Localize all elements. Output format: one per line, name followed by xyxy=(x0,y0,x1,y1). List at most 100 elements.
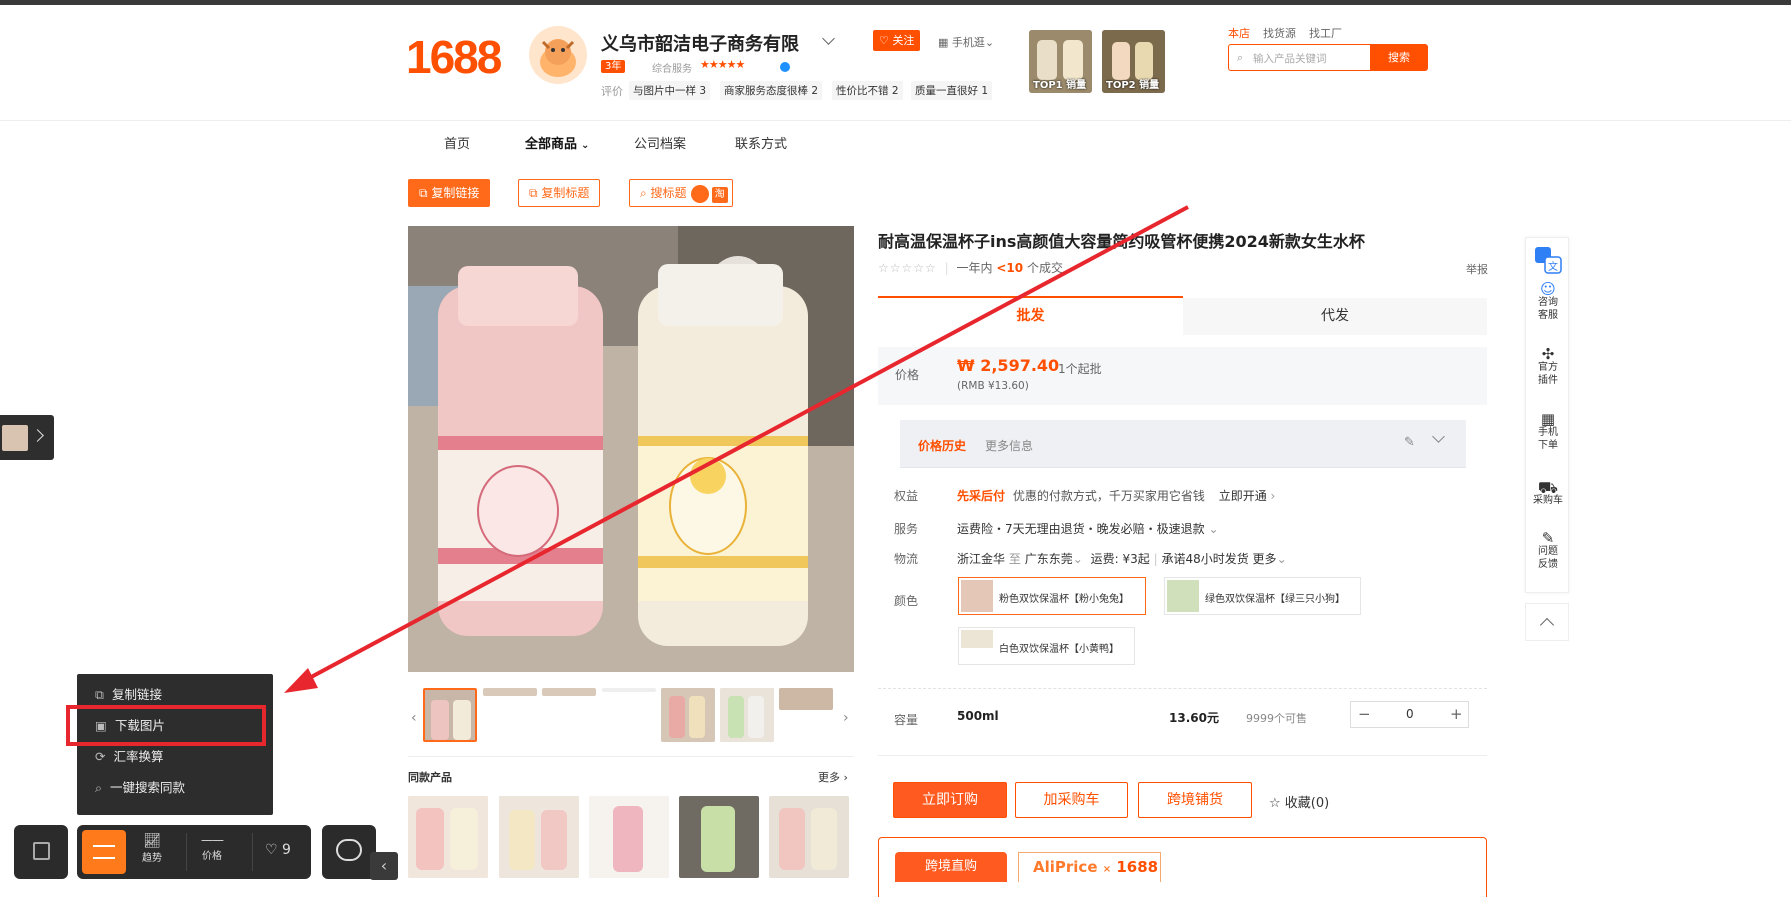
edit-icon[interactable]: ✎ xyxy=(1404,435,1415,450)
side-item-plugin[interactable]: ✣ 官方插件 xyxy=(1526,347,1570,387)
nav-contact[interactable]: 联系方式 xyxy=(735,133,787,152)
nav-company-profile[interactable]: 公司档案 xyxy=(634,133,686,152)
quantity-value[interactable]: 0 xyxy=(1406,707,1414,721)
menu-toggle-button[interactable] xyxy=(82,830,126,874)
thumb-image[interactable] xyxy=(779,688,833,710)
trend-button[interactable]: 📈︎ 趋势 xyxy=(142,833,162,864)
favorite-button[interactable]: ☆ 收藏(0) xyxy=(1269,792,1329,811)
top-seller-image-1[interactable]: TOP1 销量 xyxy=(1029,30,1092,93)
shop-name[interactable]: 义乌市韶洁电子商务有限 xyxy=(601,30,799,56)
more-label: 更多 xyxy=(818,771,840,784)
thumb-image[interactable] xyxy=(542,688,596,696)
same-products-more-link[interactable]: 更多 › xyxy=(818,769,848,785)
benefit-highlight: 先采后付 xyxy=(957,489,1006,503)
mobile-visit-link[interactable]: ▦ 手机逛⌄ xyxy=(938,34,994,50)
menu-label: 复制链接 xyxy=(111,687,162,702)
eval-label: 评价 xyxy=(601,85,623,98)
tab-price-history[interactable]: 价格历史 xyxy=(918,437,966,454)
same-product-image[interactable] xyxy=(769,796,849,878)
thumb-next-arrow[interactable]: › xyxy=(843,710,849,726)
plus-icon[interactable]: + xyxy=(1450,705,1463,723)
search-title-button[interactable]: ⌕ 搜标题 淘 xyxy=(629,179,733,207)
same-product-image[interactable] xyxy=(408,796,488,878)
search-button[interactable]: 搜索 xyxy=(1370,44,1428,71)
buy-now-button[interactable]: 立即订购 xyxy=(893,782,1007,818)
side-item-feedback[interactable]: ✎ 问题反馈 xyxy=(1526,531,1570,571)
tab-find-factory[interactable]: 找工厂 xyxy=(1309,27,1342,40)
menu-exchange-rate[interactable]: ⟳ 汇率换算 xyxy=(95,742,164,772)
stock-count: 9999个可售 xyxy=(1246,712,1307,725)
collapse-button[interactable]: ‹ xyxy=(370,852,398,880)
tab-this-shop[interactable]: 本店 xyxy=(1228,27,1250,40)
likes-count: 9 xyxy=(282,842,291,858)
nav-all-products[interactable]: 全部商品 ⌄ xyxy=(525,133,589,152)
chevron-up-icon xyxy=(1539,617,1555,633)
side-label: 问题反馈 xyxy=(1538,546,1558,570)
scroll-top-button[interactable] xyxy=(1525,603,1569,641)
search-input[interactable]: ⌕ 输入产品关键词 ◙ xyxy=(1228,44,1418,71)
tab-more-info[interactable]: 更多信息 xyxy=(985,437,1033,454)
bag-button[interactable] xyxy=(14,825,68,879)
add-to-cart-button[interactable]: 加采购车 xyxy=(1015,782,1128,818)
chevron-down-icon: ⌄ xyxy=(984,36,995,49)
color-option[interactable]: 绿色双饮保温杯【绿三只小狗】 xyxy=(1164,577,1361,615)
copy-link-button[interactable]: ⧉ 复制链接 xyxy=(408,179,491,207)
side-item-cart[interactable]: ⛟ 采购车 xyxy=(1526,480,1570,507)
main-product-image[interactable] xyxy=(408,226,854,672)
translate-icon[interactable]: 文 xyxy=(1526,244,1570,280)
quantity-stepper[interactable]: − 0 + xyxy=(1350,701,1469,728)
side-item-mobile-order[interactable]: ▦ 手机下单 xyxy=(1526,412,1570,452)
benefit-link[interactable]: 立即开通 xyxy=(1219,489,1267,503)
cross-border-button[interactable]: 跨境铺货 xyxy=(1138,782,1252,818)
top-seller-image-2[interactable]: TOP2 销量 xyxy=(1102,30,1165,93)
color-option[interactable]: 白色双饮保温杯【小黄鸭】 xyxy=(958,627,1135,665)
price-btn-label: 价格 xyxy=(202,851,222,862)
min-order: 1个起批 xyxy=(1058,362,1102,376)
copy-title-button[interactable]: ⧉ 复制标题 xyxy=(518,179,601,207)
chevron-down-icon: ⌄ xyxy=(1204,522,1219,536)
taobao-icon: 淘 xyxy=(711,187,728,203)
side-panel: 文 ☺ 咨询客服 ✣ 官方插件 ▦ 手机下单 ⛟ 采购车 ✎ 问题反馈 xyxy=(1525,237,1569,593)
left-floating-tab[interactable] xyxy=(0,415,54,460)
menu-search-same[interactable]: ⌕ 一键搜索同款 xyxy=(95,773,185,803)
follow-button[interactable]: ♡ 关注 xyxy=(873,30,921,51)
copy-icon: ⧉ xyxy=(529,186,542,200)
color-swatch xyxy=(961,580,993,612)
divider xyxy=(408,756,854,757)
exchange-icon: ⟳ xyxy=(95,749,106,764)
price-button[interactable]: —— 价格 xyxy=(201,833,224,862)
logo-1688[interactable]: 1688 xyxy=(406,30,502,84)
tab-find-source[interactable]: 找货源 xyxy=(1263,27,1296,40)
chat-button[interactable] xyxy=(322,825,376,879)
same-product-image[interactable] xyxy=(679,796,759,878)
likes-button[interactable]: ♡ 9 xyxy=(265,842,291,858)
tab-wholesale[interactable]: 批发 xyxy=(878,296,1183,335)
same-product-image[interactable] xyxy=(499,796,579,878)
copy-link-label: 复制链接 xyxy=(431,186,480,200)
top-label: TOP1 销量 xyxy=(1033,80,1087,91)
aliprice-tab[interactable]: AliPrice × 1688 xyxy=(1018,852,1161,882)
minus-icon[interactable]: − xyxy=(1358,705,1371,723)
follow-label: 关注 xyxy=(892,34,915,47)
logistics-to[interactable]: 广东东莞 xyxy=(1025,552,1073,566)
thumb-image[interactable] xyxy=(602,688,656,692)
same-product-image[interactable] xyxy=(589,796,669,878)
thumb-image[interactable] xyxy=(661,688,715,742)
report-link[interactable]: 举报 xyxy=(1466,261,1488,277)
thumb-prev-arrow[interactable]: ‹ xyxy=(411,710,417,726)
shop-avatar[interactable] xyxy=(529,26,587,84)
tmall-icon xyxy=(690,184,709,203)
nav-home[interactable]: 首页 xyxy=(444,133,470,152)
thumb-image[interactable] xyxy=(720,688,774,742)
eval-tag: 商家服务态度很棒 2 xyxy=(720,81,823,100)
tab-cross-border[interactable]: 跨境直购 xyxy=(895,852,1007,882)
thumb-image[interactable] xyxy=(483,688,537,696)
thumb-image[interactable] xyxy=(423,688,477,742)
side-item-customer-service[interactable]: ☺ 咨询客服 xyxy=(1526,282,1570,322)
logistics-more[interactable]: 更多 xyxy=(1253,552,1277,566)
color-option[interactable]: 粉色双饮保温杯【粉小兔兔】 xyxy=(958,577,1146,615)
copy-icon: ⧉ xyxy=(419,186,432,200)
service-row[interactable]: 运费险・7天无理由退货・晚发必赔・极速退款 ⌄ xyxy=(957,520,1219,537)
rating-row: ☆☆☆☆☆ | 一年内 <10 个成交 xyxy=(878,259,1063,276)
tab-dropship[interactable]: 代发 xyxy=(1183,298,1487,335)
